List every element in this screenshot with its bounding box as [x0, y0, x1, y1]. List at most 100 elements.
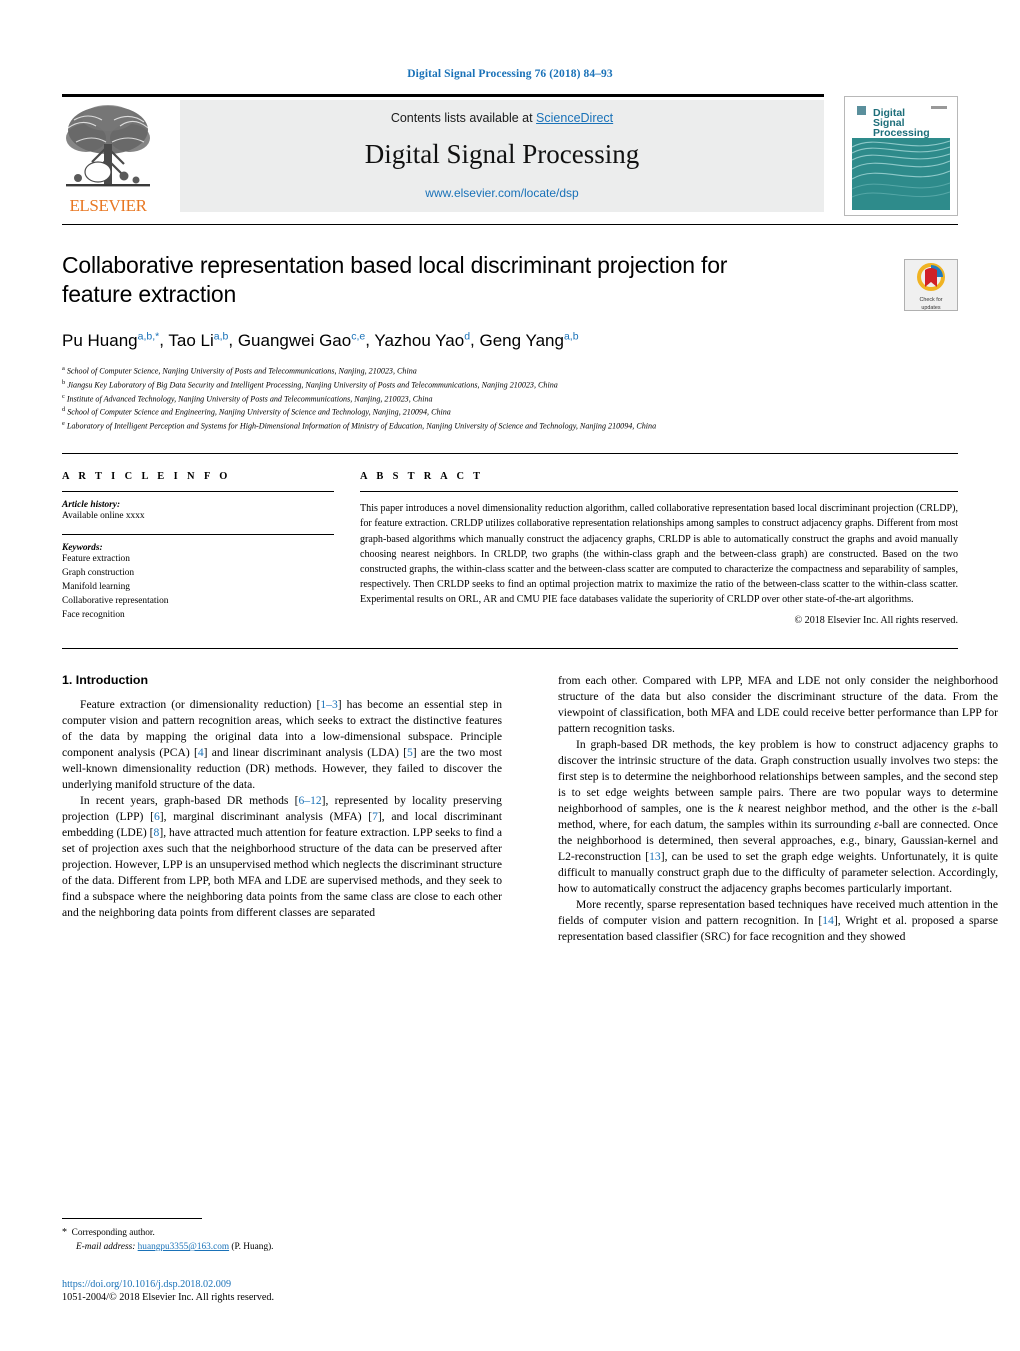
affiliation-text: School of Computer Science, Nanjing Univ… — [66, 366, 417, 376]
article-history-value: Available online xxxx — [62, 511, 145, 522]
paragraph-text-1: In graph-based DR methods, the key probl… — [558, 737, 999, 864]
author-name: Yazhou Yao — [374, 330, 465, 350]
contents-banner: Contents lists available at ScienceDirec… — [180, 100, 824, 212]
author-entry[interactable]: Yazhou Yaod — [374, 330, 470, 350]
masthead-top-rule — [62, 94, 824, 97]
author-affil-mark: a,b — [563, 329, 579, 342]
author-entry[interactable]: Pu Huanga,b,* — [62, 330, 159, 350]
affiliation-mark: e — [62, 420, 65, 428]
author-entry[interactable]: Geng Yanga,b — [479, 329, 579, 350]
author-entry[interactable]: Guangwei Gaoc,e — [237, 330, 365, 350]
running-head: Digital Signal Processing 76 (2018) 84–9… — [407, 68, 613, 80]
journal-title: Digital Signal Processing — [364, 139, 640, 169]
corresponding-author-star: * — [62, 1227, 67, 1239]
journal-cover-image: Digital Signal Processing — [845, 97, 957, 215]
paragraph-text-1: In recent years, graph-based DR methods … — [80, 793, 299, 807]
masthead-bottom-rule — [62, 224, 958, 225]
corresponding-author-label: Corresponding author. — [71, 1228, 155, 1239]
abstract-column: A B S T R A C T This paper introduces a … — [360, 471, 958, 626]
article-info-heading: A R T I C L E I N F O — [62, 471, 231, 483]
citation-ref[interactable]: 14 — [822, 914, 834, 927]
keyword-item: Collaborative representation — [62, 595, 169, 606]
body-column-right: from each other. Compared with LPP, MFA … — [558, 673, 998, 946]
affiliation-item: e Laboratory of Intelligent Perception an… — [62, 419, 958, 433]
author-name: Pu Huang — [62, 330, 138, 350]
info-top-rule — [62, 453, 958, 455]
affiliation-mark: a — [62, 364, 65, 372]
footnote-block: * Corresponding author. E-mail address: … — [62, 1218, 502, 1255]
author-name: Guangwei Gao — [237, 330, 352, 350]
article-info-column: A R T I C L E I N F O Article history: A… — [62, 471, 334, 625]
page-title: Collaborative representation based local… — [62, 252, 728, 308]
author-affil-mark: a,b — [213, 329, 229, 342]
crossmark-label-2: updates — [921, 305, 941, 312]
paragraph-text-3: ] and linear discriminant analysis (LDA)… — [203, 745, 407, 759]
email-owner: (P. Huang). — [231, 1242, 274, 1253]
citation-ref[interactable]: 6–12 — [298, 794, 321, 807]
email-line: E-mail address: huangpu3355@163.com (P. … — [62, 1241, 502, 1255]
author-name: Geng Yang — [479, 330, 564, 350]
copyright-line: © 2018 Elsevier Inc. All rights reserved… — [794, 614, 958, 626]
affiliation-item: d School of Computer Science and Engineer… — [62, 405, 958, 419]
issn-copyright-line: 1051-2004/© 2018 Elsevier Inc. All right… — [62, 1292, 275, 1303]
title-block: Collaborative representation based local… — [62, 251, 958, 433]
doi-link[interactable]: https://doi.org/10.1016/j.dsp.2018.02.00… — [62, 1279, 502, 1290]
article-info-rule — [62, 491, 334, 493]
affiliation-list: a School of Computer Science, Nanjing Uni… — [62, 364, 958, 434]
abstract-rule — [360, 491, 958, 493]
affiliation-text: Laboratory of Intelligent Perception and… — [66, 422, 657, 432]
affiliation-text: Institute of Advanced Technology, Nanjin… — [66, 394, 433, 404]
paragraph: More recently, sparse representation bas… — [558, 897, 998, 945]
body-column-left: 1. Introduction Feature extraction (or d… — [62, 673, 502, 946]
paper-page: Digital Signal Processing 76 (2018) 84–9… — [0, 0, 1020, 1351]
journal-masthead: ELSEVIER Contents lists available at Sci… — [62, 94, 958, 216]
sciencedirect-link[interactable]: ScienceDirect — [536, 111, 613, 125]
doi-block: https://doi.org/10.1016/j.dsp.2018.02.00… — [62, 1279, 502, 1303]
keyword-item: Feature extraction — [62, 554, 130, 565]
svg-text:Processing: Processing — [873, 127, 930, 139]
article-history-label: Article history: — [62, 500, 121, 511]
paragraph-text-5: ], have attracted much attention for fea… — [62, 826, 502, 920]
corresponding-author-line: * Corresponding author. — [62, 1225, 502, 1241]
citation-ref[interactable]: 13 — [649, 850, 661, 863]
elsevier-tree-icon — [62, 100, 154, 200]
email-label: E-mail address: — [76, 1242, 136, 1253]
affiliation-item: b Jiangsu Key Laboratory of Big Data Secu… — [62, 378, 958, 392]
paragraph-text-3: ], marginal discriminant analysis (MFA) … — [159, 810, 373, 823]
email-link[interactable]: huangpu3355@163.com — [138, 1242, 229, 1252]
info-abstract-row: A R T I C L E I N F O Article history: A… — [62, 471, 958, 626]
affiliation-mark: b — [62, 378, 66, 386]
paragraph-text-1: Feature extraction (or dimensionality re… — [80, 697, 321, 711]
section-heading-introduction: 1. Introduction — [62, 672, 149, 687]
affiliation-mark: c — [62, 392, 65, 400]
affiliation-text: School of Computer Science and Engineeri… — [67, 408, 451, 418]
crossmark-icon — [917, 263, 945, 291]
paragraph: from each other. Compared with LPP, MFA … — [558, 673, 998, 735]
journal-cover-thumbnail[interactable]: Digital Signal Processing — [844, 96, 958, 216]
affiliation-mark: d — [62, 406, 66, 414]
affiliation-item: c Institute of Advanced Technology, Nanji… — [62, 392, 958, 406]
elsevier-wordmark: ELSEVIER — [69, 196, 147, 215]
contents-prefix: Contents lists available at — [390, 111, 537, 125]
paragraph: Feature extraction (or dimensionality re… — [62, 697, 502, 793]
keyword-item: Manifold learning — [62, 581, 130, 592]
paragraph: In graph-based DR methods, the key probl… — [558, 737, 998, 897]
affiliation-item: a School of Computer Science, Nanjing Uni… — [62, 364, 958, 378]
keyword-item: Graph construction — [62, 567, 135, 578]
citation-ref[interactable]: 1–3 — [320, 698, 337, 711]
elsevier-logo: ELSEVIER — [62, 100, 154, 216]
paragraph: In recent years, graph-based DR methods … — [62, 793, 502, 921]
crossmark-badge[interactable]: Check for updates — [904, 259, 958, 311]
author-name: Tao Li — [168, 330, 214, 350]
author-entry[interactable]: Tao Lia,b — [168, 329, 229, 350]
body-columns: 1. Introduction Feature extraction (or d… — [62, 673, 998, 946]
affiliation-text: Jiangsu Key Laboratory of Big Data Secur… — [67, 380, 558, 390]
footnote-rule — [62, 1218, 202, 1220]
crossmark-label-1: Check for — [919, 297, 943, 303]
contents-available-line: Contents lists available at ScienceDirec… — [180, 100, 824, 125]
journal-homepage-link[interactable]: www.elsevier.com/locate/dsp — [180, 186, 824, 200]
body-top-rule — [62, 647, 958, 649]
keywords-label: Keywords: — [62, 543, 103, 554]
keyword-item: Face recognition — [62, 609, 125, 620]
author-list: Pu Huanga,b,*, Tao Lia,b, Guangwei Gaoc,… — [62, 329, 579, 350]
